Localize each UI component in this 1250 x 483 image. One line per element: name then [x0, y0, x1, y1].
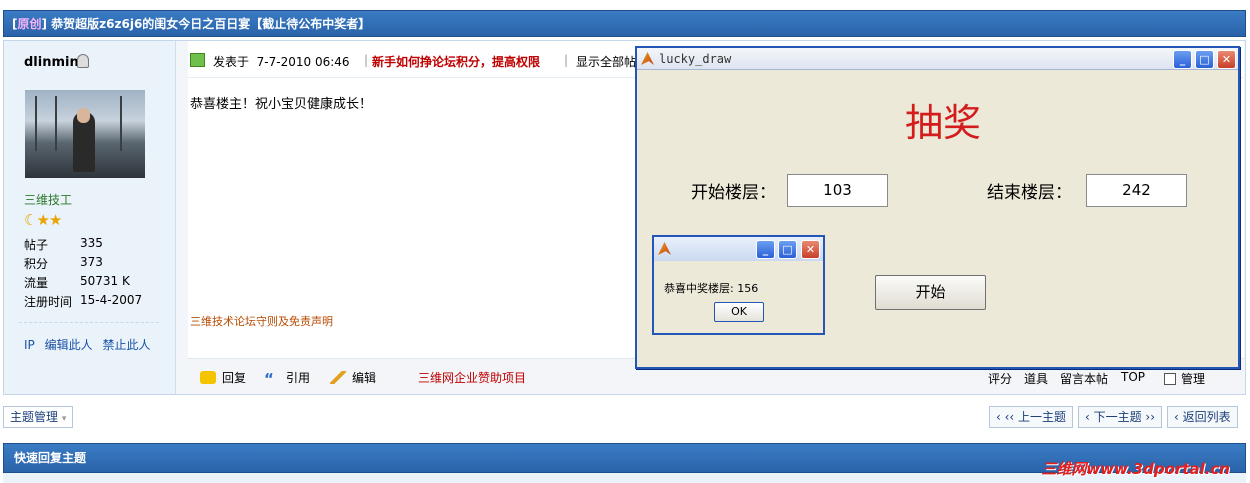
end-floor-label: 结束楼层： [987, 183, 1072, 203]
rate-link[interactable]: 评分 [988, 370, 1012, 387]
avatar [25, 90, 145, 178]
thread-tag[interactable]: 原创 [17, 17, 41, 31]
dialog-titlebar[interactable]: _ □ ✕ [654, 237, 823, 261]
window-titlebar[interactable]: lucky_draw _ □ ✕ [637, 48, 1238, 70]
watermark: 三维网www.3dportal.cn [1041, 460, 1230, 478]
ban-user-link[interactable]: 禁止此人 [102, 338, 150, 352]
manage-checkbox[interactable]: 管理 [1164, 370, 1205, 387]
ip-link[interactable]: IP [24, 338, 35, 352]
topic-manage-dropdown[interactable]: 主题管理 ▾ [3, 406, 74, 428]
rank-stars-icon: ☾★★ [24, 211, 62, 229]
chevron-down-icon: ▾ [61, 414, 67, 424]
next-topic-button[interactable]: ‹ 下一主题 ›› [1078, 406, 1163, 428]
start-button[interactable]: 开始 [875, 275, 986, 310]
edit-user-link[interactable]: 编辑此人 [45, 338, 93, 352]
ok-button[interactable]: OK [714, 302, 764, 322]
stat-traffic: 流量 50731 K [24, 274, 130, 290]
dialog-message: 恭喜中奖楼层: 156 [664, 282, 759, 295]
end-floor-input[interactable]: 242 [1086, 174, 1187, 207]
start-floor-label: 开始楼层： [691, 183, 776, 203]
picture-icon [190, 53, 205, 67]
stat-registered: 注册时间 15-4-2007 [24, 293, 143, 309]
posted-time: 7-7-2010 06:46 [256, 55, 350, 69]
stat-posts: 帖子 335 [24, 236, 103, 252]
back-to-list-button[interactable]: ‹ 返回列表 [1167, 406, 1238, 428]
promo-link[interactable]: 新手如何挣论坛积分，提高权限 [372, 53, 540, 70]
user-links: IP 编辑此人 禁止此人 [24, 336, 150, 353]
result-dialog: _ □ ✕ 恭喜中奖楼层: 156 OK [652, 235, 825, 335]
minimize-icon[interactable]: _ [1173, 50, 1192, 69]
quote-button[interactable]: “引用 [264, 369, 310, 388]
top-link[interactable]: TOP [1121, 370, 1145, 384]
user-rank: 三维技工 [24, 193, 73, 207]
minimize-icon[interactable]: _ [756, 240, 775, 259]
stat-points: 积分 373 [24, 255, 103, 271]
user-panel: dlinmin 三维技工 ☾★★ 帖子 335 积分 373 流量 50731 K 注… [4, 41, 176, 394]
reply-icon [200, 371, 216, 384]
edit-button[interactable]: 编辑 [330, 369, 376, 386]
username[interactable]: dlinmin [24, 55, 79, 70]
thread-title-bar: [原创] 恭贺超版z6z6j6的闺女今日之百日宴【截止待公布中奖者】 [3, 10, 1246, 37]
window-title: lucky_draw [659, 52, 732, 66]
divider [19, 322, 159, 323]
thread-title: 恭贺超版z6z6j6的闺女今日之百日宴【截止待公布中奖者】 [51, 17, 371, 31]
window-heading: 抽奖 [905, 101, 982, 145]
posted-label: 发表于 [213, 55, 250, 69]
maximize-icon[interactable]: □ [1195, 50, 1214, 69]
leave-message-link[interactable]: 留言本帖 [1060, 370, 1108, 387]
maximize-icon[interactable]: □ [778, 240, 797, 259]
prev-topic-button[interactable]: ‹ ‹‹ 上一主题 [989, 406, 1074, 428]
user-status-icon [77, 54, 89, 68]
close-icon[interactable]: ✕ [801, 240, 820, 259]
matlab-icon [641, 52, 654, 65]
pencil-icon [330, 371, 346, 384]
quote-icon: “ [264, 370, 274, 388]
reply-button[interactable]: 回复 [200, 369, 246, 386]
start-floor-input[interactable]: 103 [787, 174, 888, 207]
matlab-icon [658, 242, 671, 255]
close-icon[interactable]: ✕ [1217, 50, 1236, 69]
post-message: 恭喜楼主！祝小宝贝健康成长！ [190, 97, 373, 112]
checkbox-icon [1164, 373, 1176, 385]
sponsor-link[interactable]: 三维网企业赞助项目 [418, 369, 526, 386]
tools-link[interactable]: 道具 [1024, 370, 1048, 387]
show-all-link[interactable]: 显示全部帖 [576, 53, 636, 70]
rules-link[interactable]: 三维技术论坛守则及免责声明 [190, 313, 333, 329]
